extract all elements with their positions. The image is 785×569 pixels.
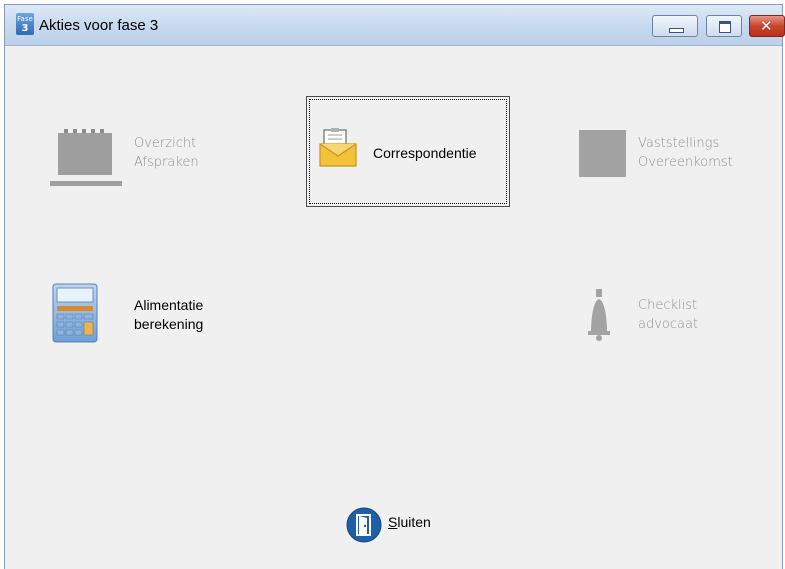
app-icon[interactable]: Fase 3 [16,13,34,35]
minimize-icon [669,28,684,33]
minimize-button[interactable] [652,15,698,37]
sluiten-label: Sluiten [388,514,431,530]
correspondentie-label: Correspondentie [373,145,477,161]
sluiten-label-rest: luiten [397,514,431,530]
vaststellings-label-line1: Vaststellings [638,136,720,151]
envelope-icon [319,128,357,167]
checklist-label: Checklist advocaat [638,296,698,334]
vaststellings-label: Vaststellings Overeenkomst [638,134,733,172]
alimentatie-label-line2: berekening [134,316,204,332]
alimentatie-label: Alimentatie berekening [134,296,203,334]
alimentatie-label-line1: Alimentatie [134,297,204,313]
exit-door-icon [346,507,382,543]
maximize-button[interactable] [706,15,742,37]
overzicht-afspraken-label: Overzicht Afspraken [134,134,199,172]
title-bar[interactable]: Fase 3 Akties voor fase 3 ✕ [5,5,785,46]
bell-icon [588,289,610,341]
calculator-icon [52,283,98,343]
close-button[interactable]: ✕ [749,15,785,37]
maximize-icon [719,21,731,33]
checklist-label-line1: Checklist [638,298,698,313]
overzicht-label-line1: Overzicht [134,136,197,151]
main-window: Fase 3 Akties voor fase 3 ✕ [4,4,785,569]
calendar-icon [58,129,112,175]
checklist-label-line2: advocaat [638,317,699,332]
app-icon-line2: 3 [21,23,29,34]
sluiten-mnemonic: S [388,514,398,530]
calendar-base [50,181,122,186]
close-icon: ✕ [760,17,773,35]
window-title: Akties voor fase 3 [39,17,159,34]
document-icon [579,130,626,177]
overzicht-label-line2: Afspraken [134,155,199,170]
vaststellings-label-line2: Overeenkomst [638,155,733,170]
